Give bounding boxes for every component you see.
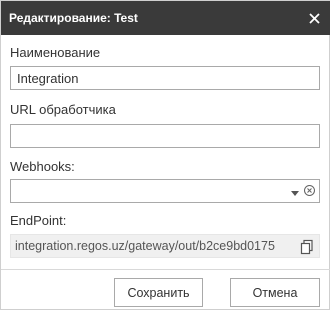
endpoint-field: integration.regos.uz/gateway/out/b2ce9bd… <box>10 234 320 258</box>
name-input[interactable]: Integration <box>10 66 320 90</box>
footer-divider <box>1 269 330 270</box>
endpoint-label: EndPoint: <box>10 213 67 228</box>
url-input[interactable] <box>10 124 320 148</box>
cancel-button[interactable]: Отмена <box>230 278 320 307</box>
dialog-titlebar: Редактирование: Test <box>1 1 330 35</box>
copy-icon[interactable] <box>299 239 315 255</box>
edit-dialog: Редактирование: Test Наименование Integr… <box>0 0 330 310</box>
close-icon[interactable] <box>305 9 323 27</box>
save-button[interactable]: Сохранить <box>114 278 203 307</box>
endpoint-value: integration.regos.uz/gateway/out/b2ce9bd… <box>15 239 275 253</box>
webhooks-select[interactable] <box>10 179 320 203</box>
name-label: Наименование <box>10 45 101 60</box>
dropdown-arrow-icon[interactable] <box>291 184 299 199</box>
clear-icon[interactable] <box>303 184 316 199</box>
url-label: URL обработчика <box>10 102 116 117</box>
name-input-value: Integration <box>17 70 79 86</box>
webhooks-label: Webhooks: <box>10 159 75 174</box>
dialog-title: Редактирование: Test <box>9 11 138 25</box>
